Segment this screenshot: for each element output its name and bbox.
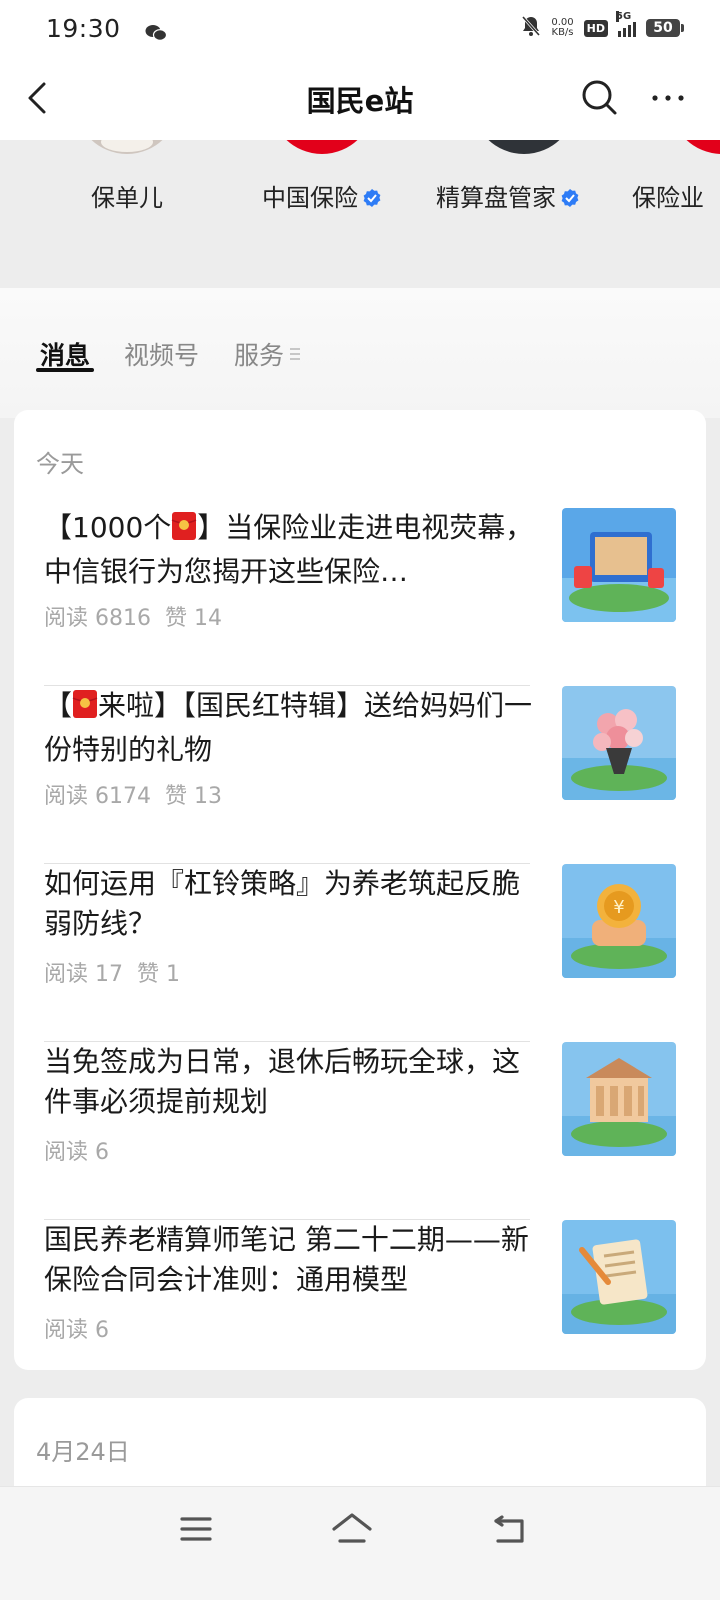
account-name: 中国保险 — [262, 184, 358, 212]
article-item[interactable]: 如何运用『杠铃策略』为养老筑起反脆弱防线？ 阅读 17 赞 1 ¥ — [44, 864, 676, 1042]
account-label: 精算盘管家 — [408, 178, 608, 213]
article-item[interactable]: 国民养老精算师笔记 第二十二期——新保险合同会计准则：通用模型 阅读 6 — [44, 1220, 676, 1398]
avatar — [75, 140, 179, 154]
article-title: 如何运用『杠铃策略』为养老筑起反脆弱防线？ — [44, 864, 534, 944]
article-thumbnail — [562, 1042, 676, 1156]
like-count: 赞 13 — [164, 784, 222, 809]
status-time: 19:30 — [46, 13, 121, 43]
verified-badge-icon — [362, 186, 382, 207]
article-meta: 阅读 17 赞 1 — [44, 956, 180, 988]
verified-badge-icon — [560, 186, 580, 207]
status-icons: 0.00 KB/s HD 5G 50 — [521, 11, 684, 43]
related-accounts: 保单儿 中国保险 精算盘管家 保险业 — [0, 140, 720, 288]
article-item[interactable]: 【来啦】【国民红特辑】送给妈妈们一份特别的礼物 阅读 6174 赞 13 — [44, 686, 676, 864]
article-thumbnail — [562, 1220, 676, 1334]
section-date: 今天 — [36, 450, 84, 478]
search-icon[interactable] — [578, 76, 622, 120]
account-label: 保单儿 — [27, 178, 227, 213]
menu-lines-icon — [290, 346, 302, 360]
article-item[interactable]: 当免签成为日常，退休后畅玩全球，这件事必须提前规划 阅读 6 — [44, 1042, 676, 1220]
battery-icon: 50 — [646, 19, 684, 37]
article-title: 【来啦】【国民红特辑】送给妈妈们一份特别的礼物 — [44, 686, 534, 770]
article-item[interactable]: 【1000个 】当保险业走进电视荧幕，中信银行为您揭开这些保险… 阅读 6816 赞… — [44, 508, 676, 686]
read-count: 阅读 6 — [44, 1318, 109, 1343]
article-title-suffix: 国民养老精算师笔记 第二十二期——新保险合同会计准则：通用模型 — [44, 1223, 529, 1296]
return-icon[interactable] — [488, 1507, 532, 1551]
article-meta: 阅读 6 — [44, 1312, 109, 1344]
account-label: 中国保险 — [222, 178, 422, 213]
read-count: 阅读 6816 — [44, 606, 151, 631]
svg-text:¥: ¥ — [613, 897, 624, 918]
mute-icon — [521, 14, 541, 43]
like-count: 赞 1 — [137, 962, 180, 987]
red-packet-icon — [72, 689, 98, 730]
hd-badge: HD — [583, 19, 608, 37]
signal-icon: 5G — [616, 11, 636, 37]
read-count: 阅读 6 — [44, 1140, 109, 1165]
nav-bar: 国民e站 — [0, 56, 720, 140]
account-label: 保险业 — [632, 178, 720, 213]
avatar — [670, 140, 720, 154]
tab-channels[interactable]: 视频号 — [124, 336, 199, 372]
article-meta: 阅读 6816 赞 14 — [44, 600, 222, 632]
more-dots-icon[interactable] — [646, 76, 690, 120]
avatar — [270, 140, 374, 154]
account-name: 保险业 — [632, 184, 704, 212]
read-count: 阅读 6174 — [44, 784, 151, 809]
tab-underline — [36, 368, 94, 372]
system-navigation-bar — [0, 1486, 720, 1600]
tab-services[interactable]: 服务 — [234, 336, 284, 372]
red-packet-icon — [171, 511, 197, 552]
wechat-notification-icon — [145, 19, 167, 41]
net-speed-unit: KB/s — [551, 27, 574, 38]
like-count: 赞 14 — [164, 606, 222, 631]
article-title: 国民养老精算师笔记 第二十二期——新保险合同会计准则：通用模型 — [44, 1220, 534, 1300]
article-title: 当免签成为日常，退休后畅玩全球，这件事必须提前规划 — [44, 1042, 534, 1122]
section-date: 4月24日 — [36, 1438, 130, 1466]
read-count: 阅读 17 — [44, 962, 123, 987]
account-name: 保单儿 — [91, 184, 163, 212]
tab-bar: 消息 视频号 服务 — [0, 288, 720, 418]
network-type: 5G — [616, 11, 632, 22]
article-title: 【1000个 】当保险业走进电视荧幕，中信银行为您揭开这些保险… — [44, 508, 534, 592]
article-thumbnail: ¥ — [562, 864, 676, 978]
article-title-suffix: 来啦】【国民红特辑】送给妈妈们一份特别的礼物 — [44, 689, 533, 766]
avatar — [472, 140, 576, 154]
message-card: 今天 【1000个 】当保险业走进电视荧幕，中信银行为您揭开这些保险… 阅读 68… — [14, 410, 706, 1370]
account-name: 精算盘管家 — [436, 184, 556, 212]
article-title-suffix: 当免签成为日常，退休后畅玩全球，这件事必须提前规划 — [44, 1045, 521, 1118]
article-thumbnail — [562, 686, 676, 800]
menu-icon[interactable] — [174, 1507, 218, 1551]
article-title-prefix: 【 — [44, 689, 73, 722]
home-icon[interactable] — [330, 1507, 374, 1551]
status-bar: 19:30 0.00 KB/s HD 5G 50 — [0, 0, 720, 56]
article-title-suffix: 如何运用『杠铃策略』为养老筑起反脆弱防线？ — [44, 867, 521, 940]
article-meta: 阅读 6 — [44, 1134, 109, 1166]
article-thumbnail — [562, 508, 676, 622]
article-meta: 阅读 6174 赞 13 — [44, 778, 222, 810]
article-title-prefix: 【1000个 — [44, 511, 172, 544]
net-speed: 0.00 KB/s — [551, 18, 573, 38]
tab-messages[interactable]: 消息 — [40, 336, 90, 372]
